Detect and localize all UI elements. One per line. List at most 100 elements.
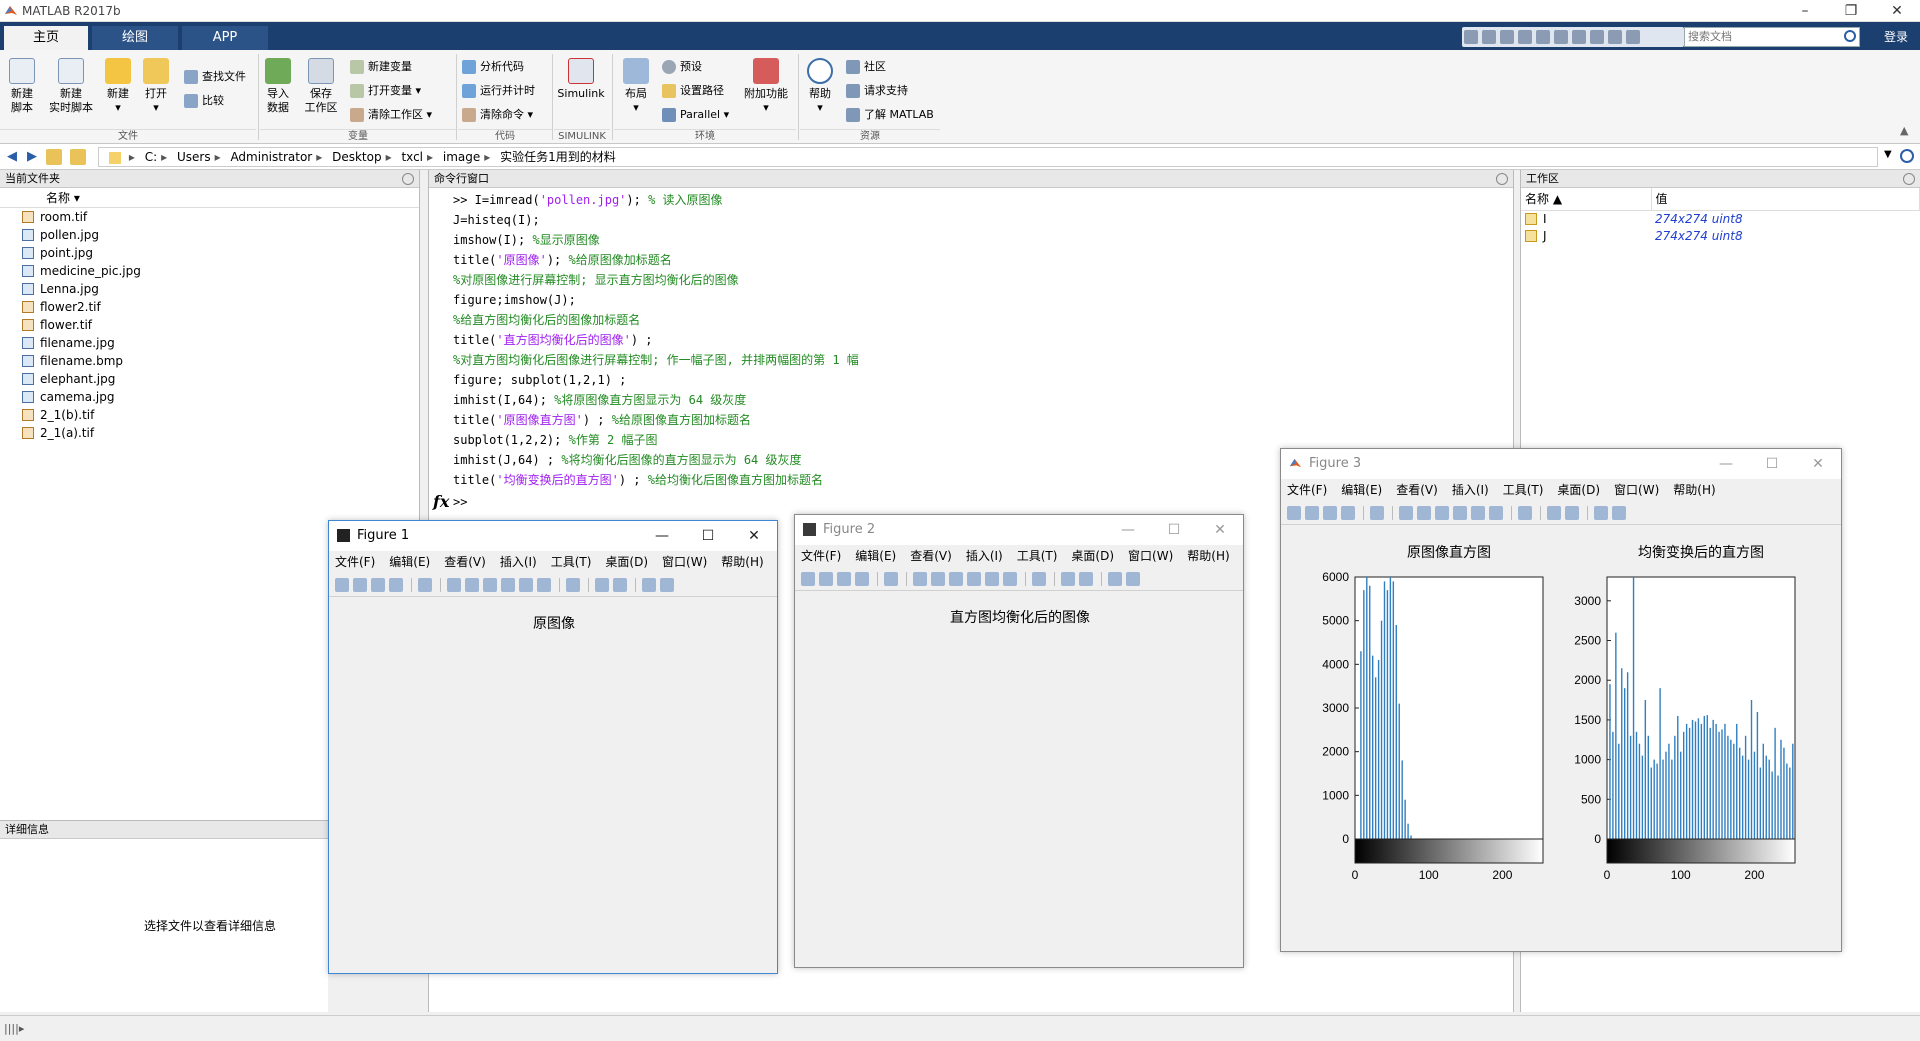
customize-icon[interactable]: [1608, 30, 1622, 44]
search-input[interactable]: [1685, 28, 1835, 46]
minimize-button[interactable]: —: [1105, 515, 1151, 545]
pan-icon[interactable]: [1435, 506, 1449, 520]
undo-icon[interactable]: [1554, 30, 1568, 44]
collapse-ribbon-icon[interactable]: ▲: [1900, 124, 1908, 137]
tab-home[interactable]: 主页: [4, 26, 88, 50]
minimize-button[interactable]: —: [1703, 449, 1749, 479]
learn-matlab-button[interactable]: 了解 MATLAB: [846, 106, 934, 124]
figure-menu-item[interactable]: 帮助(H): [1673, 483, 1715, 497]
new-figure-icon[interactable]: [335, 578, 349, 592]
save-icon[interactable]: [837, 572, 851, 586]
file-list-item[interactable]: flower2.tif: [0, 298, 419, 316]
new-live-script-button[interactable]: 新建 实时脚本: [46, 58, 96, 115]
brush-icon[interactable]: [1003, 572, 1017, 586]
close-button[interactable]: ✕: [731, 521, 777, 551]
panel-actions-icon[interactable]: [402, 173, 414, 185]
figure-menu-item[interactable]: 编辑(E): [1341, 483, 1382, 497]
figure-menu-item[interactable]: 插入(I): [500, 555, 537, 569]
minimize-button[interactable]: –: [1782, 0, 1828, 22]
login-link[interactable]: 登录: [1884, 28, 1908, 45]
link-plot-icon[interactable]: [1518, 506, 1532, 520]
open-file-icon[interactable]: [819, 572, 833, 586]
workspace-variable-row[interactable]: I 274x274 uint8: [1521, 210, 1920, 227]
figure-menu-item[interactable]: 帮助(H): [721, 555, 763, 569]
current-folder-path[interactable]: ▸ C: ▸ Users ▸ Administrator ▸ Desktop ▸ txc…: [98, 147, 1878, 167]
help-icon[interactable]: [1626, 30, 1640, 44]
path-dropdown-icon[interactable]: ▼: [1884, 149, 1892, 160]
maximize-button[interactable]: ☐: [1151, 515, 1197, 545]
close-button[interactable]: ✕: [1874, 0, 1920, 22]
command-prompt[interactable]: >>: [453, 494, 467, 510]
save-icon[interactable]: [1323, 506, 1337, 520]
data-cursor-icon[interactable]: [519, 578, 533, 592]
analyze-code-button[interactable]: 分析代码: [462, 58, 524, 76]
file-list-item[interactable]: point.jpg: [0, 244, 419, 262]
path-segment[interactable]: 实验任务1用到的材料: [500, 148, 616, 166]
colorbar-icon[interactable]: [1061, 572, 1075, 586]
print-icon[interactable]: [1341, 506, 1355, 520]
figure-menu-item[interactable]: 编辑(E): [389, 555, 430, 569]
path-segment[interactable]: txcl: [401, 148, 423, 166]
print-icon[interactable]: [389, 578, 403, 592]
clear-workspace-button[interactable]: 清除工作区 ▾: [350, 106, 432, 124]
preferences-button[interactable]: 预设: [662, 58, 702, 76]
rotate-icon[interactable]: [1453, 506, 1467, 520]
compare-button[interactable]: 比较: [184, 92, 224, 110]
back-arrow-icon[interactable]: ◀: [4, 149, 20, 165]
file-list-item[interactable]: room.tif: [0, 208, 419, 226]
figure-1-window[interactable]: Figure 1 — ☐ ✕ 文件(F) 编辑(E) 查看(V) 插入(I) 工具(T)…: [328, 520, 778, 974]
figure-2-window[interactable]: Figure 2 — ☐ ✕ 文件(F) 编辑(E) 查看(V) 插入(I) 工具(T)…: [794, 514, 1244, 968]
open-variable-button[interactable]: 打开变量 ▾: [350, 82, 421, 100]
zoom-out-icon[interactable]: [1417, 506, 1431, 520]
add-ons-button[interactable]: 附加功能 ▾: [742, 58, 790, 115]
save-workspace-button[interactable]: 保存 工作区: [302, 58, 340, 115]
find-files-button[interactable]: 查找文件: [184, 68, 246, 86]
figure-menu-item[interactable]: 插入(I): [1452, 483, 1489, 497]
column-header-name[interactable]: 名称 ▲: [1521, 188, 1652, 211]
zoom-in-icon[interactable]: [447, 578, 461, 592]
copy-icon[interactable]: [1518, 30, 1532, 44]
data-cursor-icon[interactable]: [1471, 506, 1485, 520]
maximize-button[interactable]: ❐: [1828, 0, 1874, 22]
zoom-out-icon[interactable]: [465, 578, 479, 592]
figure-menu-item[interactable]: 查看(V): [444, 555, 486, 569]
legend-icon[interactable]: [613, 578, 627, 592]
figure-menu-item[interactable]: 编辑(E): [855, 549, 896, 563]
search-icon[interactable]: [1844, 30, 1856, 42]
figure-menu-item[interactable]: 桌面(D): [605, 555, 648, 569]
show-tools-icon[interactable]: [1612, 506, 1626, 520]
show-tools-icon[interactable]: [660, 578, 674, 592]
select-arrow-icon[interactable]: [884, 572, 898, 586]
figure-menu-item[interactable]: 工具(T): [1017, 549, 1058, 563]
open-file-icon[interactable]: [1305, 506, 1319, 520]
path-segment[interactable]: C:: [145, 148, 157, 166]
minimize-button[interactable]: —: [639, 521, 685, 551]
new-figure-icon[interactable]: [801, 572, 815, 586]
pan-icon[interactable]: [949, 572, 963, 586]
parallel-button[interactable]: Parallel ▾: [662, 106, 729, 124]
file-list-item[interactable]: pollen.jpg: [0, 226, 419, 244]
figure-menu-item[interactable]: 窗口(W): [662, 555, 707, 569]
select-arrow-icon[interactable]: [1370, 506, 1384, 520]
help-button[interactable]: 帮助 ▾: [804, 58, 836, 115]
maximize-button[interactable]: ☐: [1749, 449, 1795, 479]
brush-icon[interactable]: [1489, 506, 1503, 520]
maximize-button[interactable]: ☐: [685, 521, 731, 551]
file-list-item[interactable]: elephant.jpg: [0, 370, 419, 388]
quick-access-icon[interactable]: [1464, 30, 1478, 44]
import-data-button[interactable]: 导入 数据: [262, 58, 294, 115]
hide-tools-icon[interactable]: [642, 578, 656, 592]
figure-menu-item[interactable]: 帮助(H): [1187, 549, 1229, 563]
column-header-value[interactable]: 值: [1651, 188, 1920, 211]
new-button[interactable]: 新建 ▾: [104, 58, 132, 115]
workspace-variable-row[interactable]: J 274x274 uint8: [1521, 227, 1920, 244]
figure-menu-item[interactable]: 文件(F): [335, 555, 375, 569]
request-support-button[interactable]: 请求支持: [846, 82, 908, 100]
path-segment[interactable]: Administrator: [230, 148, 312, 166]
layout-button[interactable]: 布局 ▾: [620, 58, 652, 115]
browse-folder-icon[interactable]: [70, 149, 86, 165]
new-variable-button[interactable]: 新建变量: [350, 58, 412, 76]
figure-menu-item[interactable]: 文件(F): [1287, 483, 1327, 497]
figure-menu-item[interactable]: 查看(V): [910, 549, 952, 563]
file-list-item[interactable]: Lenna.jpg: [0, 280, 419, 298]
